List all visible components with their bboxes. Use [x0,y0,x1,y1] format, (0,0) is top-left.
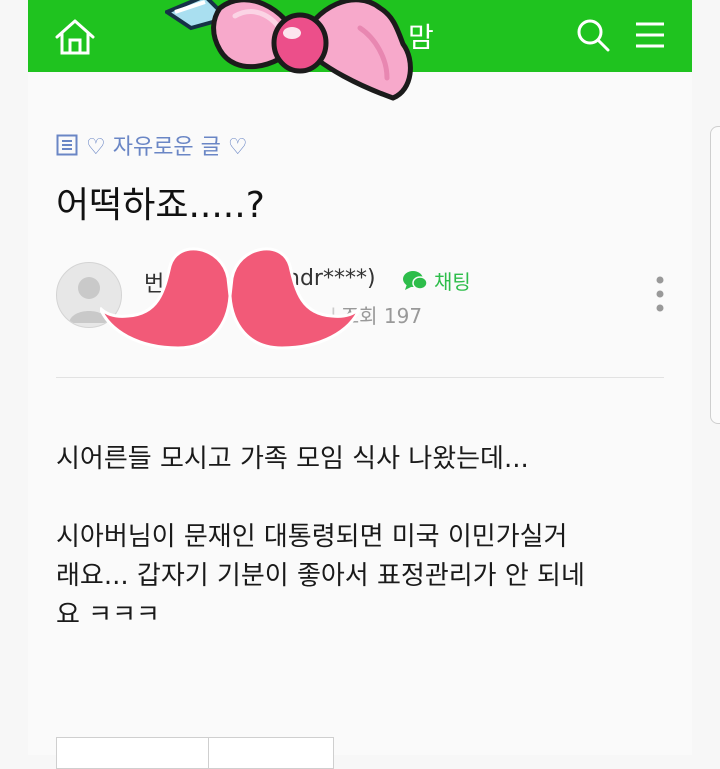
edge-panel-handle[interactable] [710,126,720,424]
list-icon [56,134,78,156]
home-icon[interactable] [54,18,96,56]
mustache-sticker [100,247,360,350]
board-name: ♡ 자유로운 글 ♡ [86,135,248,160]
board-category-link[interactable]: ♡ 자유로운 글 ♡ [56,130,248,160]
post-title: 어떡하죠.....? [56,185,265,226]
post-content: 시어른들 모시고 가족 모임 식사 나왔는데... 시아버님이 문재인 대통령되… [56,440,668,674]
chat-button[interactable]: 채팅 [402,266,471,295]
bottom-action-button[interactable] [56,737,210,769]
search-icon[interactable] [576,18,610,52]
bottom-action-button[interactable] [208,737,334,769]
divider [56,377,664,378]
more-options-icon[interactable] [652,274,668,314]
hamburger-menu-icon[interactable] [634,20,666,50]
post-paragraph: 시아버님이 문재인 대통령되면 미국 이민가실거 래요... 갑자기 기분이 좋… [56,522,585,630]
chat-bubble-icon [403,270,428,290]
pink-bow-sticker [165,0,413,101]
chat-label: 채팅 [434,270,471,294]
post-paragraph: 시어른들 모시고 가족 모임 식사 나왔는데... [56,444,529,474]
